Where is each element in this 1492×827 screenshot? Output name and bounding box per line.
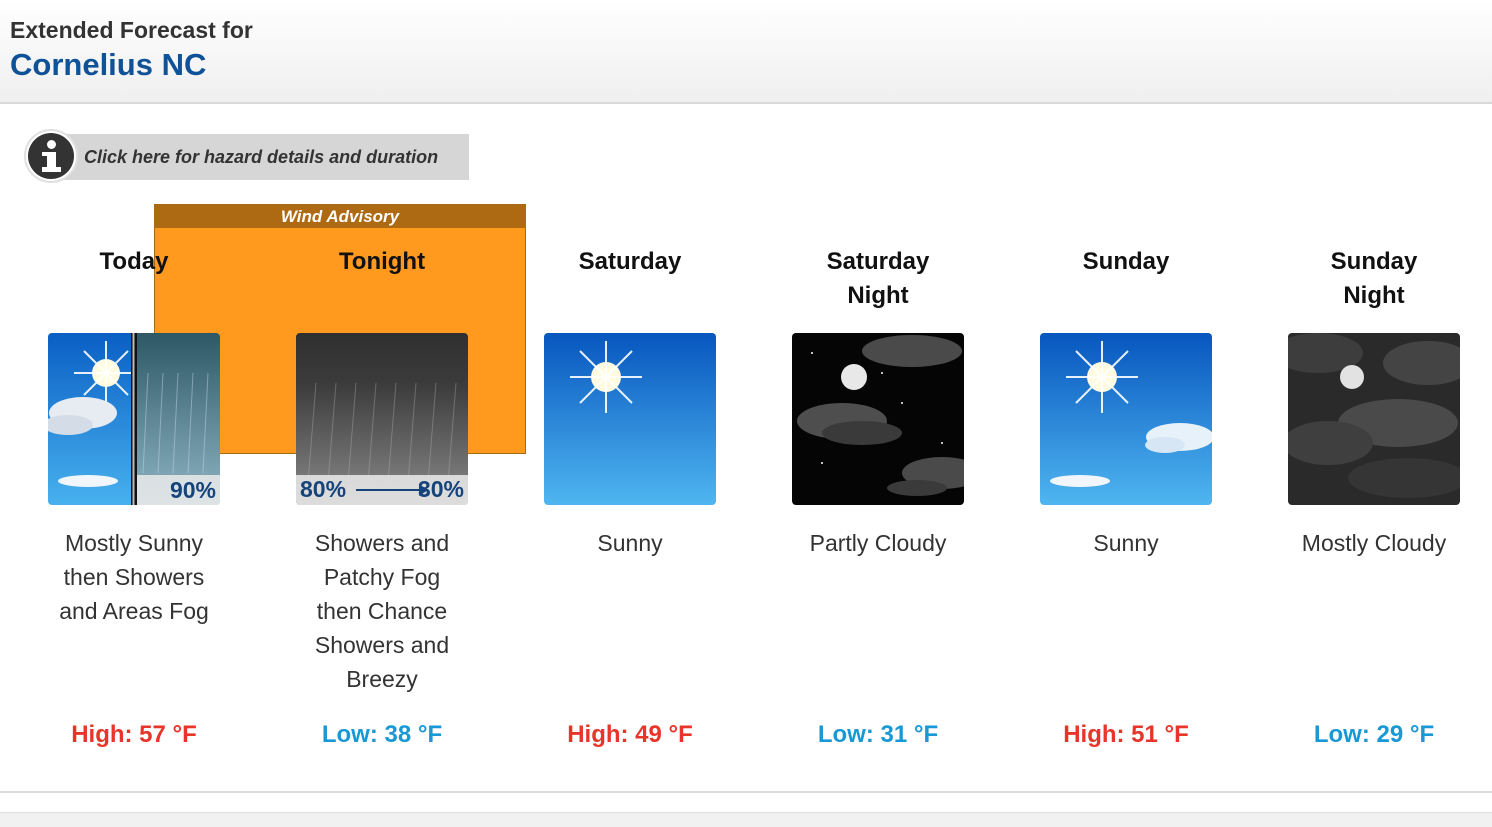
temp-tonight: Low: 38 °F [321,721,443,748]
temp-saturday-night: Low: 31 °F [817,721,939,748]
period-name-today: Today [99,248,169,275]
hazard-details-label: Click here for hazard details and durati… [84,147,439,167]
hazard-details-button[interactable]: Click here for hazard details and durati… [52,134,469,180]
info-icon[interactable] [24,129,78,183]
page-header: Extended Forecast for Cornelius NC [0,0,1492,104]
short-forecast-sunday-night: Mostly Cloudy [1301,530,1447,556]
sunny-icon[interactable] [544,333,716,505]
period-name-sunday: Sunday [1082,248,1170,275]
temp-sunday: High: 51 °F [1063,721,1189,748]
period-name-saturday-night: Saturday Night [826,248,930,309]
mostly-cloudy-night-icon[interactable] [1288,333,1460,505]
sunny-split-showers-icon[interactable]: 90% [48,333,220,505]
precip-chance: 90% [137,475,220,505]
showers-icon[interactable]: 80% 30% [296,333,468,505]
precip-chance-end: 30% [417,476,464,502]
page-title: Cornelius NC [10,47,207,82]
arrow-right-icon [356,484,428,496]
short-forecast-sunday: Sunny [1093,530,1159,556]
precip-chance-start: 80% [300,476,347,502]
partly-cloudy-night-icon[interactable] [792,333,964,505]
header-subtitle: Extended Forecast for [10,17,253,43]
short-forecast-saturday: Sunny [597,530,663,556]
wind-advisory-label: Wind Advisory [155,205,525,228]
period-name-sunday-night: Sunday Night [1330,248,1418,309]
temp-saturday: High: 49 °F [567,721,693,748]
period-name-saturday: Saturday [578,248,682,275]
sunny-clouds-icon[interactable] [1040,333,1212,505]
divider [0,791,1492,793]
short-forecast-today: Mostly Sunny then Showers and Areas Fog [59,530,209,624]
short-forecast-saturday-night: Partly Cloudy [809,530,947,556]
temp-sunday-night: Low: 29 °F [1313,721,1435,748]
temp-today: High: 57 °F [71,721,197,748]
section-footer [0,812,1492,827]
period-name-tonight: Tonight [338,248,426,275]
short-forecast-tonight: Showers and Patchy Fog then Chance Showe… [314,530,450,692]
